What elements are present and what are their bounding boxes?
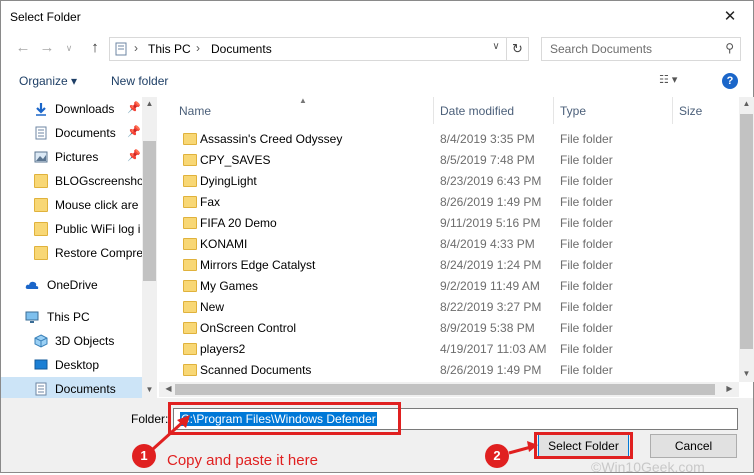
arrow-line-1 <box>151 419 186 451</box>
annotation-arrows <box>151 415 538 455</box>
select-folder-dialog: Select Folder ✕ ← → ∨ ↑ › This PC › Docu… <box>0 0 754 475</box>
arrow-head-2 <box>527 441 538 452</box>
arrow-line-2 <box>508 445 532 455</box>
